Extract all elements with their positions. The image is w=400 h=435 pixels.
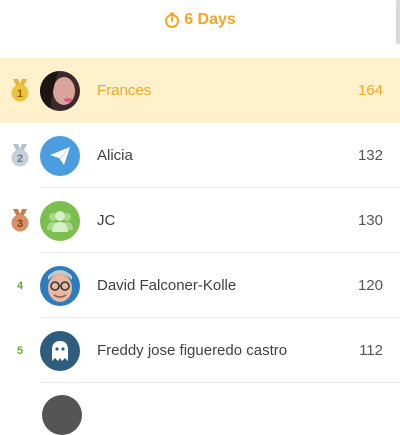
avatar[interactable] [40,265,80,306]
rank-badge: 1 [0,78,40,103]
scrollbar[interactable] [396,0,400,44]
stopwatch-icon [165,12,180,28]
leaderboard-row[interactable]: 5 Freddy jose figueredo castro 112 [0,318,400,383]
avatar[interactable] [40,135,80,176]
rank-number: 3 [17,218,23,230]
player-score: 164 [357,82,383,99]
bronze-medal-icon: 3 [11,208,29,231]
player-name: Alicia [97,147,133,164]
avatar[interactable] [42,395,82,435]
rank-badge: 4 [0,280,40,292]
rank-badge: 5 [0,345,40,357]
leaderboard-row[interactable]: 2 Alicia 132 [0,123,400,188]
leaderboard-row[interactable]: 4 David Falconer-Kolle 120 [0,253,400,318]
rank-number: 1 [17,88,23,100]
player-score: 130 [357,212,383,229]
profile-photo [40,70,80,111]
avatar[interactable] [40,200,80,241]
avatar[interactable] [40,70,80,111]
gold-medal-icon: 1 [11,78,29,101]
timer-header: 6 Days [0,0,400,40]
leaderboard-row[interactable]: 3 JC 130 [0,188,400,253]
player-score: 120 [357,277,383,294]
rank-badge: 2 [0,143,40,168]
rank-number: 5 [16,344,24,357]
player-score: 112 [359,342,383,359]
leaderboard-row[interactable]: 1 Frances 164 [0,58,400,123]
player-name: Frances [97,82,152,99]
player-name: JC [97,212,116,229]
ghost-icon [52,340,68,361]
player-name: Freddy jose figueredo castro [97,342,288,359]
duration-label: 6 Days [184,11,236,28]
group-icon [47,210,73,232]
leaderboard-list: 1 Frances 164 2 Alicia 132 3 JC 130 4 Da… [0,58,400,383]
silver-medal-icon: 2 [11,143,29,166]
rank-badge: 3 [0,208,40,233]
row-divider [40,382,400,383]
player-score: 132 [357,147,383,164]
paper-plane-icon [50,146,70,165]
rank-number: 4 [16,279,24,292]
profile-photo [40,265,80,306]
player-name: David Falconer-Kolle [97,277,237,294]
avatar[interactable] [40,330,80,371]
rank-number: 2 [17,153,23,165]
